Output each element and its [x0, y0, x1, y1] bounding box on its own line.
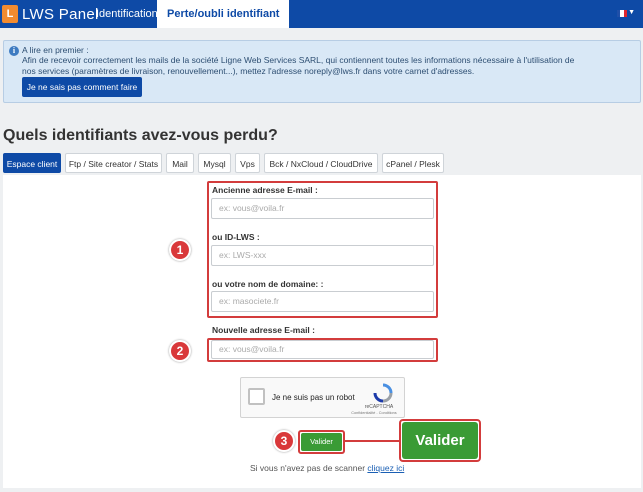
notice-title: A lire en premier :	[22, 45, 89, 55]
annotation-connector	[345, 440, 400, 442]
tab-vps[interactable]: Vps	[235, 153, 260, 173]
recaptcha-label: Je ne suis pas un robot	[272, 393, 355, 402]
scanner-help: Si vous n'avez pas de scanner cliquez ic…	[250, 463, 404, 473]
chevron-down-icon[interactable]: ▼	[628, 9, 635, 16]
id-lws-field[interactable]: ex: LWS-xxx	[211, 245, 434, 266]
annotation-badge-2: 2	[169, 340, 191, 362]
recaptcha-icon	[373, 383, 393, 403]
id-lws-label: ou ID-LWS :	[212, 232, 260, 242]
new-email-field[interactable]: ex: vous@voila.fr	[211, 340, 434, 359]
recaptcha-widget: Je ne suis pas un robot reCAPTCHA Confid…	[240, 377, 405, 418]
scanner-link[interactable]: cliquez ici	[367, 463, 404, 473]
annotation-badge-3: 3	[273, 430, 295, 452]
recaptcha-terms[interactable]: Confidentialité - Conditions	[344, 411, 404, 415]
tab-mysql[interactable]: Mysql	[198, 153, 231, 173]
domain-field[interactable]: ex: masociete.fr	[211, 291, 434, 312]
nav-lost-identifier[interactable]: Perte/oubli identifiant	[157, 0, 290, 28]
scanner-text: Si vous n'avez pas de scanner	[250, 463, 366, 473]
new-email-label: Nouvelle adresse E-mail :	[212, 325, 315, 335]
lws-logo[interactable]: L LWS Panel	[2, 3, 99, 25]
info-icon: i	[9, 46, 19, 56]
recaptcha-brand: reCAPTCHA	[364, 404, 394, 410]
tab-cpanel[interactable]: cPanel / Plesk	[382, 153, 444, 173]
old-email-label: Ancienne adresse E-mail :	[212, 185, 318, 195]
logo-mark: L	[2, 5, 18, 23]
old-email-field[interactable]: ex: vous@voila.fr	[211, 198, 434, 219]
top-navbar: L LWS Panel Identification Perte/oubli i…	[0, 0, 643, 28]
how-to-button[interactable]: Je ne sais pas comment faire	[22, 77, 142, 97]
tab-ftp[interactable]: Ftp / Site creator / Stats	[65, 153, 162, 173]
page-title: Quels identifiants avez-vous perdu?	[3, 127, 278, 144]
tab-backup[interactable]: Bck / NxCloud / CloudDrive	[264, 153, 378, 173]
domain-label: ou votre nom de domaine: :	[212, 279, 324, 289]
annotation-badge-1: 1	[169, 239, 191, 261]
info-notice: i A lire en premier : Afin de recevoir c…	[3, 40, 641, 103]
tab-mail[interactable]: Mail	[166, 153, 194, 173]
notice-body: Afin de recevoir correctement les mails …	[22, 55, 575, 76]
french-flag-icon[interactable]	[617, 10, 627, 17]
tab-espace-client[interactable]: Espace client	[3, 153, 61, 173]
submit-button[interactable]: Valider	[301, 433, 342, 451]
recaptcha-checkbox[interactable]	[248, 388, 265, 405]
submit-button-zoom: Valider	[402, 422, 478, 459]
nav-identification[interactable]: Identification	[88, 0, 166, 28]
